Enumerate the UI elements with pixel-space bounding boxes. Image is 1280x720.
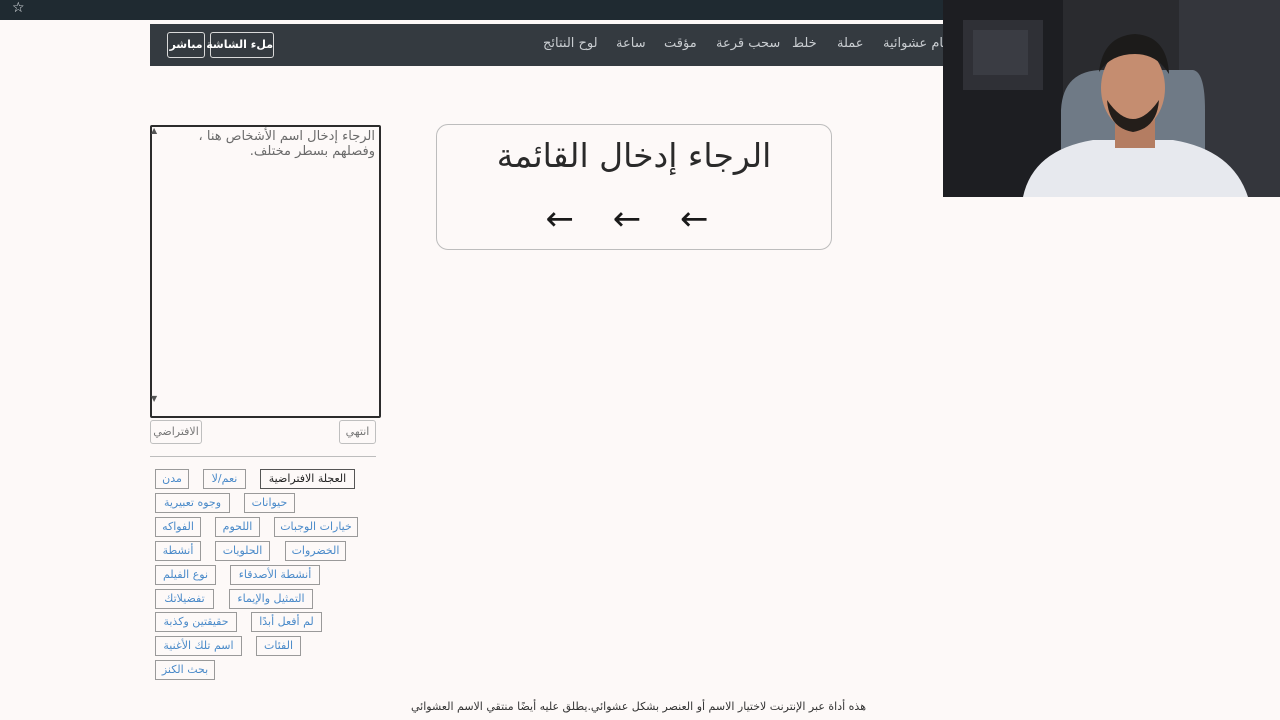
preset-two-truths-one-lie[interactable]: حقيقتين وكذبة [155, 612, 237, 632]
preset-desserts[interactable]: الحلويات [215, 541, 270, 561]
preset-never-have-i-ever[interactable]: لم أفعل أبدًا [251, 612, 322, 632]
navbar: مباشر ملء الشاشة لوح النتائج ساعة مؤقت س… [150, 24, 943, 66]
presenter-video [943, 0, 1280, 197]
names-input[interactable] [150, 125, 381, 418]
default-button[interactable]: الافتراضي [150, 420, 202, 444]
footer-description: هذه أداة عبر الإنترنت لاختيار الاسم أو ا… [411, 700, 866, 713]
preset-charades[interactable]: التمثيل والإيماء [229, 589, 313, 609]
result-message: الرجاء إدخال القائمة [496, 136, 772, 175]
scroll-down-arrow-icon[interactable]: ▼ [151, 394, 157, 403]
nav-link-shuffle[interactable]: خلط [792, 36, 817, 52]
scroll-up-arrow-icon[interactable]: ▲ [151, 126, 157, 135]
nav-link-coin[interactable]: عملة [837, 36, 864, 52]
browser-toolbar: ☆ [0, 0, 943, 20]
preset-fruits[interactable]: الفواكه [155, 517, 201, 537]
preset-vegetables[interactable]: الخضروات [285, 541, 346, 561]
preset-default-wheel[interactable]: العجلة الافتراضية [260, 469, 355, 489]
preset-movie-genre[interactable]: نوع الفيلم [155, 565, 216, 585]
preset-friend-activities[interactable]: أنشطة الأصدقاء [230, 565, 320, 585]
preset-emojis[interactable]: وجوه تعبيرية [155, 493, 230, 513]
star-outline-icon[interactable]: ☆ [12, 0, 25, 17]
divider [150, 456, 376, 457]
webcam-overlay [943, 0, 1280, 197]
preset-meats[interactable]: اللحوم [215, 517, 260, 537]
preset-cities[interactable]: مدن [155, 469, 189, 489]
arrow-left-icon: ← ← ← [545, 199, 723, 239]
preset-preferences[interactable]: تفضيلاتك [155, 589, 214, 609]
preset-categories[interactable]: الفئات [256, 636, 301, 656]
nav-link-clock[interactable]: ساعة [616, 36, 646, 52]
fullscreen-button[interactable]: ملء الشاشة [206, 32, 274, 58]
preset-treasure-hunt[interactable]: بحث الكنز [155, 660, 215, 680]
preset-meal-options[interactable]: خيارات الوجبات [274, 517, 358, 537]
preset-yes-no[interactable]: نعم/لا [203, 469, 246, 489]
nav-link-random-numbers[interactable]: أرقام عشوائية [883, 36, 943, 52]
nav-link-lottery[interactable]: سحب قرعة [716, 36, 780, 52]
preset-animals[interactable]: حيوانات [244, 493, 295, 513]
preset-activities[interactable]: أنشطة [155, 541, 201, 561]
nav-link-scoreboard[interactable]: لوح النتائج [543, 36, 598, 52]
done-button[interactable]: انتهي [339, 420, 376, 444]
preset-name-that-song[interactable]: اسم تلك الأغنية [155, 636, 242, 656]
nav-link-timer[interactable]: مؤقت [664, 36, 697, 52]
live-button[interactable]: مباشر [167, 32, 205, 58]
result-card: الرجاء إدخال القائمة ← ← ← [436, 124, 832, 250]
